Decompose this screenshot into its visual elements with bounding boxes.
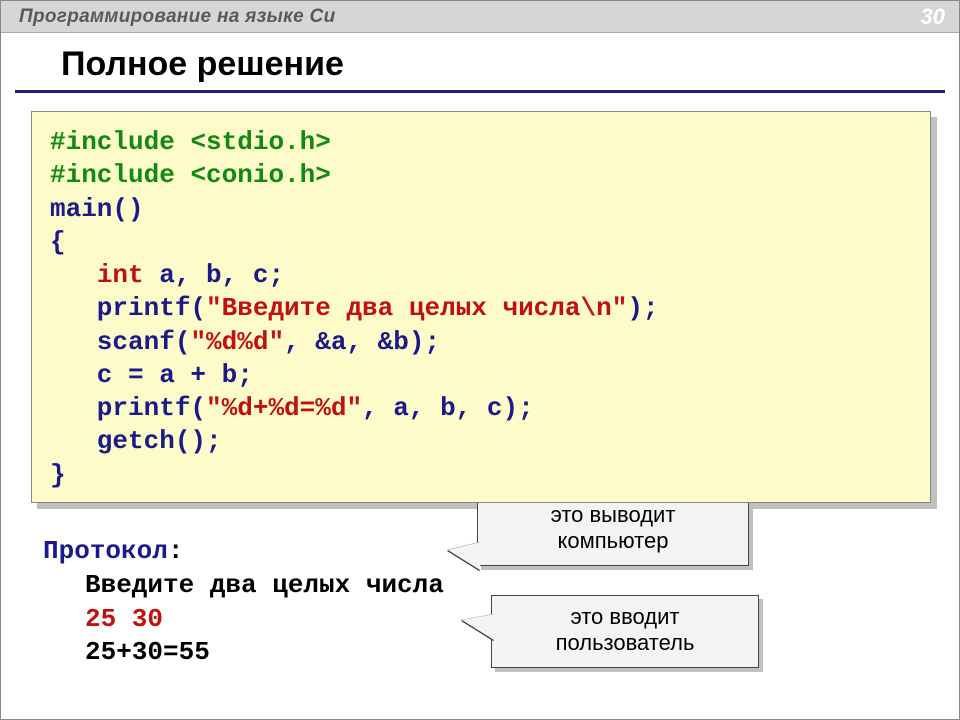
code-line-7a: scanf( xyxy=(50,327,190,357)
code-line-11: } xyxy=(50,460,66,490)
header-title: Программирование на языке Си xyxy=(19,6,335,28)
code-line-6a: printf( xyxy=(50,293,206,323)
code-line-10: getch(); xyxy=(50,426,222,456)
code-line-2a: #include xyxy=(50,160,190,190)
code-line-9b: "%d+%d=%d" xyxy=(206,393,362,423)
code-line-8: c = a + b; xyxy=(50,360,253,390)
page-number: 30 xyxy=(921,4,945,30)
code-line-4: { xyxy=(50,227,66,257)
callout-user: это вводит пользователь xyxy=(491,595,759,668)
code-line-6b: "Введите два целых числа\n" xyxy=(206,293,627,323)
code-line-5b: int xyxy=(97,260,144,290)
callout-tail-icon xyxy=(448,542,480,570)
code-line-1b: <stdio.h> xyxy=(190,127,330,157)
code-line-2b: <conio.h> xyxy=(190,160,330,190)
code-line-5a xyxy=(50,260,97,290)
code-line-7b: "%d%d" xyxy=(190,327,284,357)
code-line-1a: #include xyxy=(50,127,190,157)
code-block: #include <stdio.h> #include <conio.h> ma… xyxy=(31,111,931,503)
callout-computer-text: это выводит компьютер xyxy=(551,502,676,553)
code-example: #include <stdio.h> #include <conio.h> ma… xyxy=(31,111,931,503)
protocol-colon: : xyxy=(168,536,184,566)
callout-computer: это выводит компьютер xyxy=(477,493,749,566)
callout-tail-icon xyxy=(462,614,494,640)
code-line-5c: a, b, c; xyxy=(144,260,284,290)
callout-user-text: это вводит пользователь xyxy=(556,604,695,655)
code-line-7c: , &a, &b); xyxy=(284,327,440,357)
slide-title: Полное решение xyxy=(15,33,945,93)
code-line-9a: printf( xyxy=(50,393,206,423)
code-line-3: main() xyxy=(50,194,144,224)
slide-header: Программирование на языке Си 30 xyxy=(1,1,959,33)
code-line-9c: , a, b, c); xyxy=(362,393,534,423)
protocol-label: Протокол xyxy=(43,536,168,566)
code-line-6c: ); xyxy=(627,293,658,323)
